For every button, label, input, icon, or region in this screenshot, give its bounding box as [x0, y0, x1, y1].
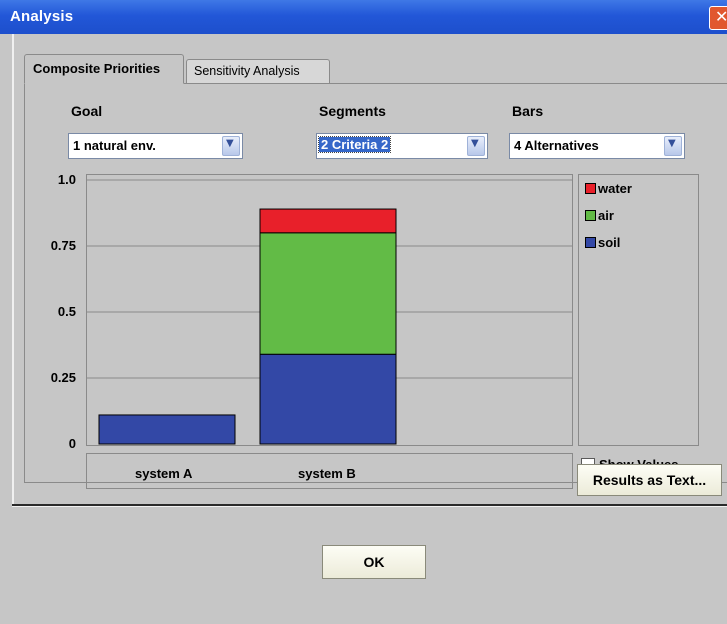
legend-label-soil: soil — [598, 235, 621, 250]
category-label-system-a: system A — [135, 466, 193, 481]
y-tick-label: 0.75 — [50, 238, 76, 253]
goal-select-value: 1 natural env. — [73, 138, 156, 153]
chart-area — [86, 174, 573, 446]
close-icon: ✕ — [715, 7, 727, 26]
tab-label: Composite Priorities — [33, 61, 161, 76]
tab-sensitivity-analysis[interactable]: Sensitivity Analysis — [186, 59, 330, 83]
bar-air-system-b — [259, 232, 397, 355]
legend-label-air: air — [598, 208, 614, 223]
legend-label-water: water — [598, 181, 632, 196]
segments-select-value: 2 Criteria 2 — [317, 136, 392, 153]
goal-label: Goal — [71, 103, 103, 119]
divider-highlight — [12, 506, 727, 507]
window-title: Analysis — [10, 8, 74, 25]
chevron-down-icon[interactable]: ▼ — [467, 136, 485, 156]
bar-chart — [87, 179, 572, 445]
bars-label: Bars — [512, 103, 544, 119]
title-bar: Analysis ✕ — [0, 0, 727, 34]
legend-swatch-air — [585, 210, 596, 221]
chart-legend: water air soil — [578, 174, 699, 446]
legend-swatch-water — [585, 183, 596, 194]
legend-swatch-soil — [585, 237, 596, 248]
bar-soil-system-a — [98, 414, 236, 445]
results-as-text-button[interactable]: Results as Text... — [577, 464, 722, 496]
bar-soil-system-b — [259, 353, 397, 445]
tab-composite-priorities[interactable]: Composite Priorities — [24, 54, 184, 84]
segments-label: Segments — [319, 103, 386, 119]
bars-select[interactable]: 4 Alternatives ▼ — [509, 133, 685, 159]
chevron-down-icon[interactable]: ▼ — [222, 136, 240, 156]
y-tick-label: 0.25 — [50, 370, 76, 385]
analysis-window: Analysis ✕ Composite Priorities Sensitiv… — [0, 0, 727, 624]
goal-select[interactable]: 1 natural env. ▼ — [68, 133, 243, 159]
tab-label: Sensitivity Analysis — [194, 64, 300, 78]
close-button[interactable]: ✕ — [709, 6, 727, 30]
bars-select-value: 4 Alternatives — [514, 138, 599, 153]
category-label-system-b: system B — [298, 466, 356, 481]
y-tick-label: 0.5 — [57, 304, 76, 319]
y-tick-label: 1.0 — [57, 172, 76, 187]
segments-select[interactable]: 2 Criteria 2 ▼ — [316, 133, 488, 159]
ok-button[interactable]: OK — [322, 545, 426, 579]
y-tick-label: 0 — [68, 436, 76, 451]
window-edge — [12, 34, 14, 504]
bar-water-system-b — [259, 208, 397, 234]
chevron-down-icon[interactable]: ▼ — [664, 136, 682, 156]
